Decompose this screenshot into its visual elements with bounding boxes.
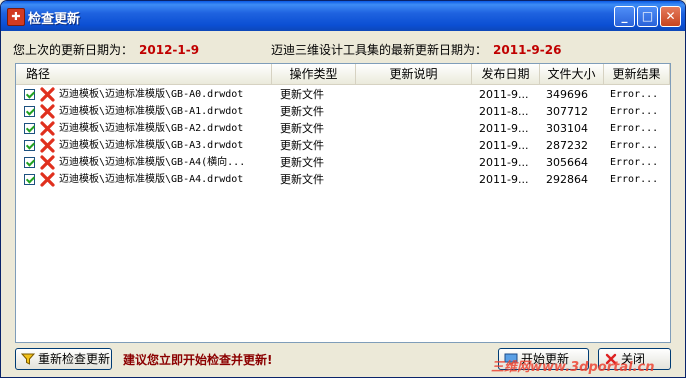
error-x-icon [40,87,55,102]
error-x-icon [40,138,55,153]
row-date: 2011-9... [479,139,529,152]
row-operation: 更新文件 [280,173,324,186]
row-operation: 更新文件 [280,156,324,169]
table-row[interactable]: 迈迪模板\迈迪标准模版\GB-A4(横向... 更新文件 2011-9... 3… [16,154,670,171]
check-update-window: ✚ 检查更新 _ □ ✕ 您上次的更新日期为： 2012-1-9 迈迪三维设计工具… [0,0,686,378]
row-checkbox[interactable] [24,106,35,117]
row-date: 2011-8... [479,105,529,118]
last-update-info: 您上次的更新日期为： 2012-1-9 [13,41,199,58]
row-path: 迈迪模板\迈迪标准模版\GB-A3.drwdot [59,140,244,151]
row-date: 2011-9... [479,122,529,135]
watermark: 三维网www.3dportal.cn [491,360,655,375]
row-date: 2011-9... [479,88,529,101]
recheck-update-button[interactable]: 重新检查更新 [15,348,112,370]
row-path: 迈迪模板\迈迪标准模版\GB-A1.drwdot [59,106,244,117]
column-header-date[interactable]: 发布日期 [472,64,540,84]
row-result: Error... [610,106,659,117]
row-path: 迈迪模板\迈迪标准模版\GB-A4.drwdot [59,174,244,185]
row-date: 2011-9... [479,173,529,186]
row-result: Error... [610,89,659,100]
last-update-label: 您上次的更新日期为： [13,43,134,57]
row-size: 305664 [546,156,588,169]
row-description [362,120,470,137]
app-icon: ✚ [7,8,25,26]
title-bar[interactable]: ✚ 检查更新 _ □ ✕ [1,1,685,31]
row-checkbox[interactable] [24,89,35,100]
window-title: 检查更新 [28,12,81,27]
column-header-description[interactable]: 更新说明 [356,64,472,84]
table-row[interactable]: 迈迪模板\迈迪标准模版\GB-A3.drwdot 更新文件 2011-9... … [16,137,670,154]
row-description [362,154,470,171]
row-operation: 更新文件 [280,88,324,101]
error-x-icon [40,104,55,119]
table-row[interactable]: 迈迪模板\迈迪标准模版\GB-A2.drwdot 更新文件 2011-9... … [16,120,670,137]
row-checkbox[interactable] [24,174,35,185]
row-result: Error... [610,123,659,134]
error-x-icon [40,155,55,170]
close-window-button[interactable]: ✕ [660,6,681,27]
error-x-icon [40,172,55,187]
column-header-operation[interactable]: 操作类型 [272,64,356,84]
row-path: 迈迪模板\迈迪标准模版\GB-A4(横向... [59,157,246,168]
row-description [362,137,470,154]
row-checkbox[interactable] [24,157,35,168]
row-operation: 更新文件 [280,122,324,135]
row-size: 303104 [546,122,588,135]
row-size: 287232 [546,139,588,152]
latest-update-info: 迈迪三维设计工具集的最新更新日期为： 2011-9-26 [271,41,561,58]
minimize-button[interactable]: _ [614,6,635,27]
row-result: Error... [610,140,659,151]
column-header-path[interactable]: 路径 [16,64,272,84]
row-checkbox[interactable] [24,123,35,134]
row-operation: 更新文件 [280,105,324,118]
table-row[interactable]: 迈迪模板\迈迪标准模版\GB-A1.drwdot 更新文件 2011-8... … [16,103,670,120]
table-row[interactable]: 迈迪模板\迈迪标准模版\GB-A0.drwdot 更新文件 2011-9... … [16,86,670,103]
latest-update-label: 迈迪三维设计工具集的最新更新日期为： [271,43,488,57]
row-result: Error... [610,157,659,168]
suggestion-text: 建议您立即开始检查并更新! [123,353,273,367]
table-row[interactable]: 迈迪模板\迈迪标准模版\GB-A4.drwdot 更新文件 2011-9... … [16,171,670,188]
row-path: 迈迪模板\迈迪标准模版\GB-A2.drwdot [59,123,244,134]
row-path: 迈迪模板\迈迪标准模版\GB-A0.drwdot [59,89,244,100]
maximize-button[interactable]: □ [637,6,658,27]
row-checkbox[interactable] [24,140,35,151]
row-description [362,103,470,120]
list-header: 路径 操作类型 更新说明 发布日期 文件大小 更新结果 [16,64,670,85]
recheck-update-label: 重新检查更新 [38,352,111,366]
row-result: Error... [610,174,659,185]
error-x-icon [40,121,55,136]
row-operation: 更新文件 [280,139,324,152]
funnel-icon [21,353,35,365]
row-size: 307712 [546,105,588,118]
update-file-list[interactable]: 路径 操作类型 更新说明 发布日期 文件大小 更新结果 迈迪模板\迈迪标准模版\… [15,63,671,343]
row-size: 292864 [546,173,588,186]
column-header-size[interactable]: 文件大小 [540,64,604,84]
last-update-value: 2012-1-9 [139,43,200,57]
row-size: 349696 [546,88,588,101]
row-description [362,171,470,188]
column-header-result[interactable]: 更新结果 [604,64,670,84]
row-date: 2011-9... [479,156,529,169]
latest-update-value: 2011-9-26 [493,43,562,57]
row-description [362,86,470,103]
